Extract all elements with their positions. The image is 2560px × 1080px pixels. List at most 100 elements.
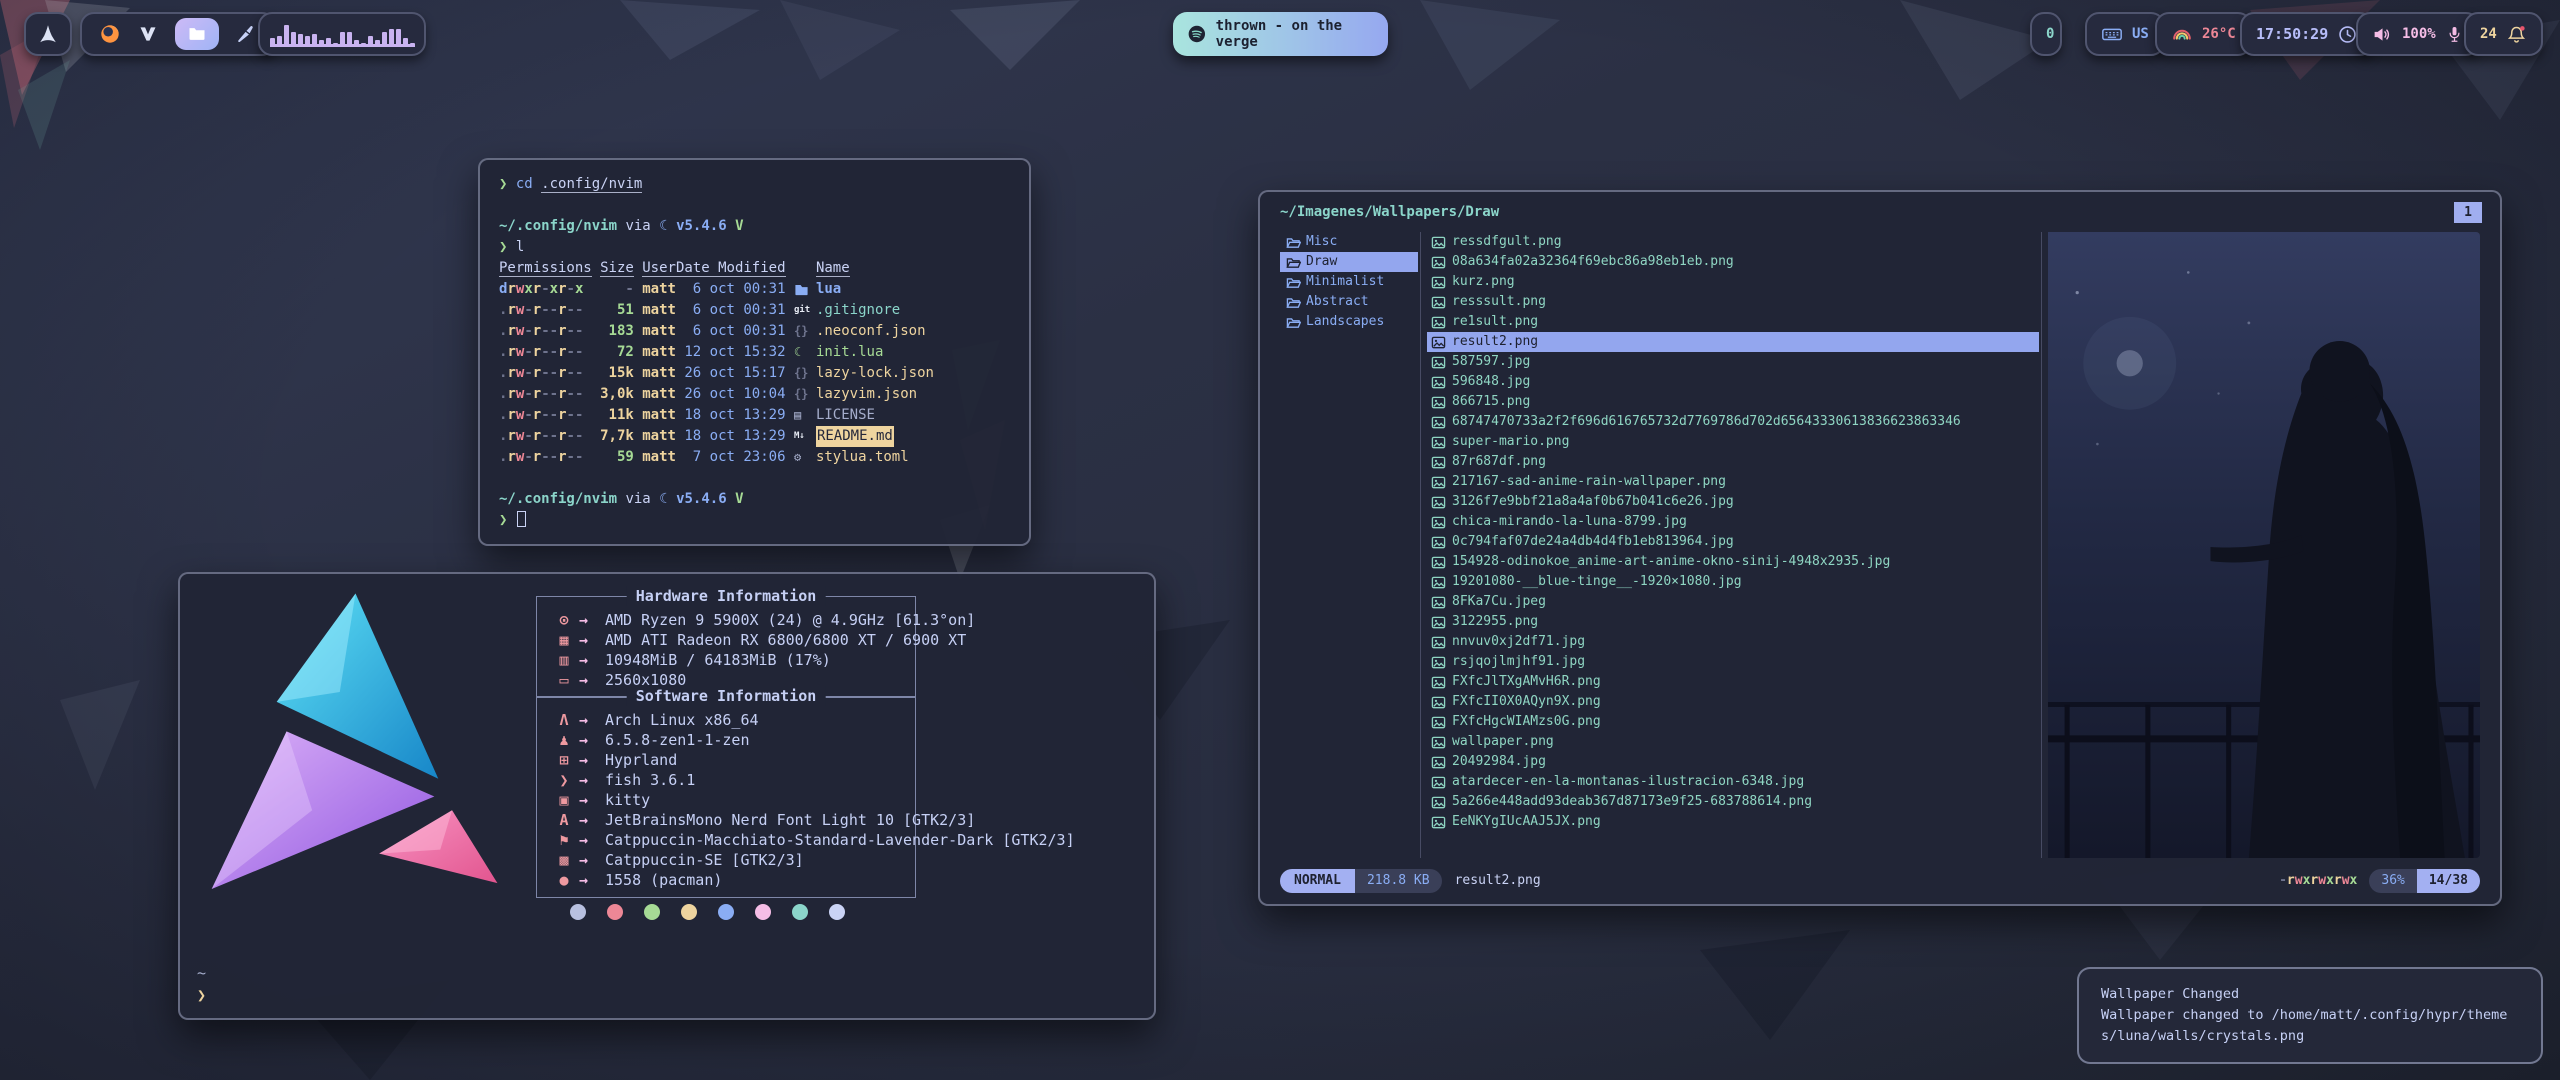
file-row[interactable]: EeNKYgIUcAAJ5JX.png <box>1427 812 2039 832</box>
image-file-icon <box>1431 255 1446 270</box>
font-icon: A <box>549 810 579 830</box>
file-row[interactable]: ressdfgult.png <box>1427 232 2039 252</box>
notifications-widget[interactable]: 24 <box>2464 12 2543 56</box>
lua-moon-icon: ☾ <box>659 491 667 507</box>
shell-cwd: ~ <box>197 962 206 984</box>
file-row[interactable]: 20492984.jpg <box>1427 752 2039 772</box>
image-file-icon <box>1431 535 1446 550</box>
sidebar-item-landscapes[interactable]: Landscapes <box>1280 312 1418 332</box>
file-row[interactable]: 587597.jpg <box>1427 352 2039 372</box>
file-row[interactable]: 3122955.png <box>1427 612 2039 632</box>
fetch-info-row: ⊞→Hyprland <box>549 750 915 770</box>
arrow-icon: → <box>579 630 605 650</box>
file-row[interactable]: 596848.jpg <box>1427 372 2039 392</box>
file-row[interactable]: kurz.png <box>1427 272 2039 292</box>
ls-header-row: PermissionsSizeUserDate ModifiedName <box>499 258 1010 279</box>
image-file-icon <box>1431 755 1446 770</box>
file-row[interactable]: 87r687df.png <box>1427 452 2039 472</box>
sidebar-item-misc[interactable]: Misc <box>1280 232 1418 252</box>
image-file-icon <box>1431 715 1446 730</box>
terminal-window[interactable]: ❯ cd .config/nvim ~/.config/nvim via ☾ v… <box>478 158 1031 546</box>
software-info-title: Software Information <box>627 686 826 706</box>
scroll-percent: 36% <box>2369 869 2416 893</box>
file-manager-window[interactable]: ~/Imagenes/Wallpapers/Draw 1 MiscDrawMin… <box>1258 190 2502 906</box>
fetch-shell-prompt[interactable]: ~ ❯ <box>197 962 206 1006</box>
file-row[interactable]: nnvuv0xj2df71.jpg <box>1427 632 2039 652</box>
file-row[interactable]: 19201080-__blue-tinge__-1920×1080.jpg <box>1427 572 2039 592</box>
file-row[interactable]: result2.png <box>1427 332 2039 352</box>
software-info-rows: Λ→Arch Linux x86_64♟→6.5.8-zen1-1-zen⊞→H… <box>549 710 915 890</box>
sidebar-item-minimalist[interactable]: Minimalist <box>1280 272 1418 292</box>
vim-button[interactable] <box>138 24 158 44</box>
file-row[interactable]: super-mario.png <box>1427 432 2039 452</box>
bell-icon <box>2506 24 2527 45</box>
brush-icon <box>236 24 257 45</box>
display-icon: ▭ <box>549 670 579 690</box>
file-row[interactable]: rsjqojlmjhf91.jpg <box>1427 652 2039 672</box>
file-row[interactable]: FXfcII0X0AQyn9X.png <box>1427 692 2039 712</box>
files-button[interactable] <box>175 18 219 50</box>
fetch-info-row: ▩→Catppuccin-SE [GTK2/3] <box>549 850 915 870</box>
notification-popup[interactable]: Wallpaper Changed Wallpaper changed to /… <box>2077 967 2543 1064</box>
file-row[interactable]: chica-mirando-la-luna-8799.jpg <box>1427 512 2039 532</box>
image-file-icon <box>1431 415 1446 430</box>
gpu-icon: ▦ <box>549 630 579 650</box>
fetch-info-row: ⚑→Catppuccin-Macchiato-Standard-Lavender… <box>549 830 915 850</box>
file-row[interactable]: 08a634fa02a32364f69ebc86a98eb1eb.png <box>1427 252 2039 272</box>
file-row[interactable]: 0c794faf07de24a4db4d4fb1eb813964.jpg <box>1427 532 2039 552</box>
keyboard-layout-widget[interactable]: US <box>2085 12 2165 56</box>
music-track-label: thrown - on the verge <box>1216 18 1374 50</box>
music-widget[interactable]: thrown - on the verge <box>1173 12 1388 56</box>
arrow-icon: → <box>579 670 605 690</box>
file-row[interactable]: 8FKa7Cu.jpeg <box>1427 592 2039 612</box>
terminal-command-line: ❯ cd .config/nvim <box>499 174 1010 195</box>
sidebar-item-abstract[interactable]: Abstract <box>1280 292 1418 312</box>
image-file-icon <box>1431 335 1446 350</box>
terminal-prompt-line[interactable]: ❯ <box>499 510 1010 531</box>
audio-visualizer[interactable] <box>258 12 426 56</box>
weather-widget[interactable]: 26°C <box>2155 12 2252 56</box>
image-file-icon <box>1431 395 1446 410</box>
quicklinks-group <box>80 12 276 56</box>
arrow-icon: → <box>579 870 605 890</box>
terminal-icon: ▣ <box>549 790 579 810</box>
brush-button[interactable] <box>236 24 257 45</box>
file-row[interactable]: 3126f7e9bbf21a8a4af0b67b041c6e26.jpg <box>1427 492 2039 512</box>
lua-moon-icon: ☾ <box>794 342 816 363</box>
file-row[interactable]: re1sult.png <box>1427 312 2039 332</box>
file-row[interactable]: 217167-sad-anime-rain-wallpaper.png <box>1427 472 2039 492</box>
github-widget[interactable]: 0 <box>2030 12 2062 56</box>
v-glyph: V <box>735 218 743 234</box>
file-row[interactable]: FXfcHgcWIAMzs0G.png <box>1427 712 2039 732</box>
firefox-button[interactable] <box>99 23 121 45</box>
file-row[interactable]: wallpaper.png <box>1427 732 2039 752</box>
arrow-icon: → <box>579 850 605 870</box>
file-row[interactable]: 68747470733a2f2f696d616765732d7769786d70… <box>1427 412 2039 432</box>
image-file-icon <box>1431 635 1446 650</box>
vim-icon <box>138 24 158 44</box>
json-icon: {} <box>794 363 816 384</box>
file-row[interactable]: resssult.png <box>1427 292 2039 312</box>
image-file-icon <box>1431 375 1446 390</box>
arrow-icon: → <box>579 810 605 830</box>
speaker-icon <box>2372 24 2393 45</box>
file-row[interactable]: 5a266e448add93deab367d87173e9f25-6837886… <box>1427 792 2039 812</box>
image-file-icon <box>1431 295 1446 310</box>
volume-widget[interactable]: 100% <box>2356 12 2480 56</box>
arrow-icon: → <box>579 750 605 770</box>
file-row[interactable]: atardecer-en-la-montanas-ilustracion-634… <box>1427 772 2039 792</box>
keyboard-icon <box>2101 23 2123 45</box>
file-row[interactable]: 154928-odinokoe_anime-art-anime-okno-sin… <box>1427 552 2039 572</box>
tab-badge[interactable]: 1 <box>2454 202 2482 223</box>
file-row[interactable]: FXfcJlTXgAMvH6R.png <box>1427 672 2039 692</box>
ls-file-row: drwxr-xr-x-matt6 oct 00:31lua <box>499 279 1010 300</box>
sidebar-item-draw[interactable]: Draw <box>1280 252 1418 272</box>
notification-title: Wallpaper Changed <box>2101 984 2519 1005</box>
gear-icon: ⚙ <box>794 447 816 468</box>
file-row[interactable]: 866715.png <box>1427 392 2039 412</box>
terminal-color-palette <box>570 904 845 920</box>
launcher-button[interactable] <box>24 12 72 56</box>
clock-widget[interactable]: 17:50:29 <box>2240 12 2374 56</box>
fetch-window[interactable]: Hardware Information ⊙→AMD Ryzen 9 5900X… <box>178 572 1156 1020</box>
image-file-icon <box>1431 555 1446 570</box>
